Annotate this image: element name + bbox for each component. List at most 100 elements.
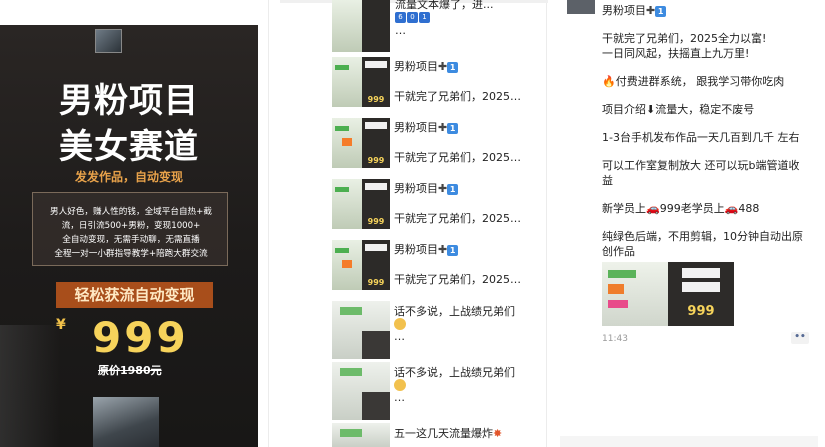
thumb-price: 999 bbox=[363, 156, 389, 166]
image-price: 999 bbox=[687, 304, 715, 319]
poster-keyboard-shade bbox=[0, 325, 60, 447]
list-item-title[interactable]: 话不多说，上战绩兄弟们 bbox=[394, 303, 515, 319]
list-item-title[interactable]: 话不多说，上战绩兄弟们 bbox=[394, 364, 515, 380]
plus-icon: ✚ bbox=[438, 121, 448, 134]
digit-1-icon: 1 bbox=[447, 122, 459, 134]
post-line-text: 付费进群系统， 跟我学习带你吃肉 bbox=[615, 75, 785, 88]
poster-info-line: 男人好色，赚人性的钱，全域平台自热+截 bbox=[50, 207, 212, 217]
poster-original-price: 原价1980元 bbox=[98, 362, 162, 378]
thumb-heading bbox=[365, 122, 387, 129]
list-item-badge: 601 bbox=[395, 10, 431, 23]
thumb-green-mark bbox=[335, 65, 349, 70]
post-line: 🔥付费进群系统， 跟我学习带你吃肉 bbox=[602, 73, 784, 89]
post-timestamp: 11:43 bbox=[602, 334, 628, 344]
item-title-text: 五一这几天流量爆炸 bbox=[394, 427, 493, 440]
thumb-screenshot bbox=[332, 57, 362, 107]
item-title-text: 男粉项目 bbox=[394, 60, 438, 73]
explosion-icon: ✸ bbox=[493, 427, 503, 440]
list-thumb[interactable]: 999 bbox=[332, 118, 390, 168]
list-item-ellipsis: … bbox=[394, 391, 405, 404]
post-detail: 男粉项目✚ 1 干就完了兄弟们，2025全力以富! 一日同风起，扶摇直上九万里! … bbox=[555, 0, 825, 447]
plus-icon: ✚ bbox=[438, 182, 448, 195]
poster-price: 999 bbox=[92, 313, 189, 362]
list-thumb[interactable]: 999 bbox=[332, 179, 390, 229]
orig-label: 原价 bbox=[98, 364, 120, 377]
list-item-subtitle: 干就完了兄弟们，2025… bbox=[394, 212, 521, 225]
post-image[interactable]: 999 bbox=[602, 262, 734, 326]
list-thumb[interactable] bbox=[332, 0, 390, 52]
poster-avatar-thumb bbox=[95, 29, 122, 53]
promo-poster-image[interactable]: 男粉项目 美女赛道 发发作品，自动变现 男人好色，赚人性的钱，全域平台自热+截 … bbox=[0, 25, 258, 447]
thumb-green-mark bbox=[340, 368, 362, 376]
list-item-title[interactable]: 男粉项目✚ 1 bbox=[394, 241, 459, 257]
post-line: 可以工作室复制放大 还可以玩b端管道收 bbox=[602, 159, 800, 172]
thumb-heading bbox=[365, 61, 387, 68]
thumb-screenshot bbox=[332, 118, 362, 168]
thumb-price: 999 bbox=[363, 278, 389, 288]
thumb-poster: 999 bbox=[362, 179, 390, 229]
post-line: 1-3台手机发布作品一天几百到几千 左右 bbox=[602, 131, 800, 144]
image-heading bbox=[682, 282, 720, 292]
page: 男粉项目 美女赛道 发发作品，自动变现 男人好色，赚人性的钱，全域平台自热+截 … bbox=[0, 0, 825, 447]
post-image-screenshot bbox=[602, 262, 668, 326]
face-icon bbox=[394, 317, 406, 330]
thumb-screenshot bbox=[332, 179, 362, 229]
divider bbox=[268, 0, 269, 447]
thumb-screenshot bbox=[332, 0, 362, 52]
post-line: 新学员上🚗999老学员上🚗488 bbox=[602, 202, 760, 215]
divider bbox=[546, 0, 547, 447]
poster-subtitle: 发发作品，自动变现 bbox=[74, 170, 183, 184]
list-item-title[interactable]: 男粉项目✚ 1 bbox=[394, 180, 459, 196]
list-thumb[interactable] bbox=[332, 301, 390, 359]
thumb-green-mark bbox=[340, 307, 362, 315]
post-line: 一日同风起，扶摇直上九万里! bbox=[602, 47, 750, 60]
post-line: 项目介绍⬇流量大，稳定不废号 bbox=[602, 103, 755, 116]
item-title-text: 男粉项目 bbox=[394, 182, 438, 195]
poster-info-line: 流，日引流500+男粉，变现1000+ bbox=[61, 221, 201, 231]
orig-price: 1980元 bbox=[120, 364, 162, 377]
thumb-price: 999 bbox=[363, 217, 389, 227]
thumb-green-mark bbox=[335, 248, 349, 253]
digit-6-icon: 6 bbox=[395, 11, 406, 23]
list-thumb[interactable] bbox=[332, 362, 390, 420]
digit-1-icon: 1 bbox=[447, 244, 459, 256]
plus-icon: ✚ bbox=[646, 4, 656, 17]
digit-1-icon: 1 bbox=[447, 61, 459, 73]
list-item-ellipsis: … bbox=[395, 24, 406, 37]
post-list: 流量文本爆了，进... 601 … 999 男粉项目✚ 1 干就完了兄弟们，202… bbox=[280, 0, 548, 447]
face-icon bbox=[394, 378, 406, 391]
post-line: 干就完了兄弟们，2025全力以富! bbox=[602, 32, 767, 45]
image-green-mark bbox=[608, 270, 636, 278]
list-item-title[interactable]: 五一这几天流量爆炸✸ bbox=[394, 425, 502, 441]
thumb-orange-mark bbox=[342, 138, 352, 146]
post-line: 纯绿色后端，不用剪辑，10分钟自动出原 bbox=[602, 230, 803, 243]
list-item-title[interactable]: 男粉项目✚ 1 bbox=[394, 58, 459, 74]
digit-1-icon: 1 bbox=[655, 5, 667, 17]
thumb-green-mark bbox=[335, 126, 349, 131]
item-title-text: 男粉项目 bbox=[394, 121, 438, 134]
thumb-photo bbox=[362, 331, 390, 359]
list-item-title[interactable]: 男粉项目✚ 1 bbox=[394, 119, 459, 135]
list-item-subtitle: 干就完了兄弟们，2025… bbox=[394, 151, 521, 164]
poster-info-line: 全自动变现，无需手动聊，无需直播 bbox=[62, 235, 200, 245]
list-item-subtitle: 干就完了兄弟们，2025… bbox=[394, 90, 521, 103]
item-title-text: 男粉项目 bbox=[394, 243, 438, 256]
comment-bar[interactable] bbox=[560, 436, 818, 447]
list-thumb[interactable] bbox=[332, 423, 390, 447]
more-actions-button[interactable]: •• bbox=[791, 332, 809, 344]
thumb-orange-mark bbox=[342, 260, 352, 268]
image-pink-mark bbox=[608, 300, 628, 308]
list-thumb[interactable]: 999 bbox=[332, 57, 390, 107]
image-orange-mark bbox=[608, 284, 624, 294]
poster-title-line2: 美女赛道 bbox=[59, 127, 199, 167]
thumb-poster bbox=[362, 0, 390, 52]
avatar[interactable] bbox=[567, 0, 595, 14]
thumb-poster: 999 bbox=[362, 57, 390, 107]
post-title: 男粉项目✚ 1 bbox=[602, 2, 667, 18]
fire-icon: 🔥 bbox=[602, 75, 616, 88]
poster-title-line1: 男粉项目 bbox=[59, 81, 199, 121]
thumb-price: 999 bbox=[363, 95, 389, 105]
post-title-text: 男粉项目 bbox=[602, 4, 646, 17]
list-thumb[interactable]: 999 bbox=[332, 240, 390, 290]
thumb-heading bbox=[365, 244, 387, 251]
